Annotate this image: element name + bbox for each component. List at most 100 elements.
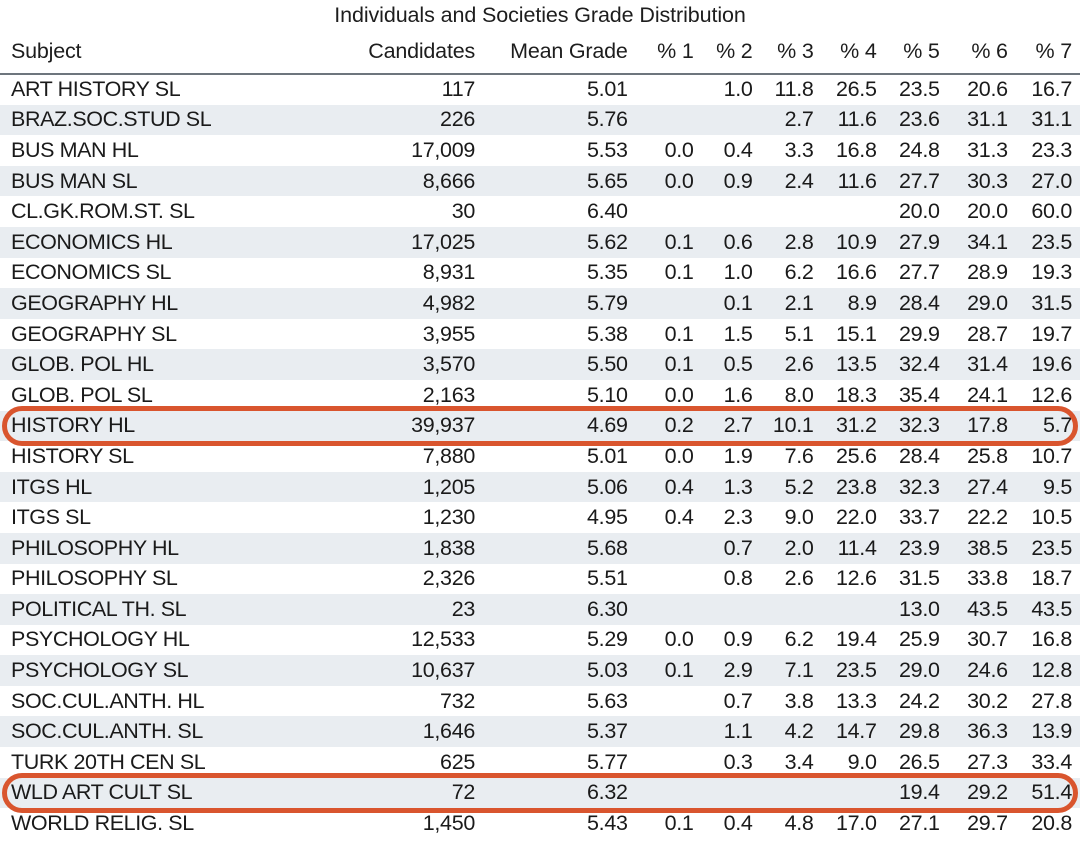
cell-pct-4 — [818, 196, 881, 227]
cell-pct-5: 33.7 — [881, 502, 944, 533]
cell-pct-5: 24.8 — [881, 135, 944, 166]
cell-pct-7: 19.6 — [1012, 349, 1080, 380]
cell-pct-4: 12.6 — [818, 564, 881, 595]
table-row[interactable]: PSYCHOLOGY SL10,6375.030.12.97.123.529.0… — [0, 655, 1080, 686]
cell-pct-3: 6.2 — [757, 258, 818, 289]
table-row[interactable]: ITGS SL1,2304.950.42.39.022.033.722.210.… — [0, 502, 1080, 533]
cell-pct-1: 0.1 — [641, 349, 698, 380]
cell-subject: BUS MAN HL — [0, 135, 305, 166]
cell-mean-grade: 5.51 — [483, 564, 641, 595]
cell-pct-5: 29.8 — [881, 716, 944, 747]
cell-pct-5: 20.0 — [881, 196, 944, 227]
cell-mean-grade: 5.03 — [483, 655, 641, 686]
table-row[interactable]: GLOB. POL HL3,5705.500.10.52.613.532.431… — [0, 349, 1080, 380]
cell-pct-2: 1.3 — [698, 472, 757, 503]
cell-pct-7: 20.8 — [1012, 808, 1080, 839]
cell-pct-1 — [641, 747, 698, 778]
table-row[interactable]: GEOGRAPHY SL3,9555.380.11.55.115.129.928… — [0, 319, 1080, 350]
table-row[interactable]: ART HISTORY SL1175.011.011.826.523.520.6… — [0, 74, 1080, 105]
column-header-pct-5[interactable]: % 5 — [881, 30, 944, 74]
column-header-pct-1[interactable]: % 1 — [641, 30, 698, 74]
cell-pct-6: 34.1 — [944, 227, 1012, 258]
table-row[interactable]: PSYCHOLOGY HL12,5335.290.00.96.219.425.9… — [0, 625, 1080, 656]
cell-pct-1 — [641, 686, 698, 717]
table-row[interactable]: PHILOSOPHY SL2,3265.510.82.612.631.533.8… — [0, 564, 1080, 595]
table-row[interactable]: POLITICAL TH. SL236.3013.043.543.5 — [0, 594, 1080, 625]
cell-pct-3: 2.7 — [757, 105, 818, 136]
table-row[interactable]: BUS MAN HL17,0095.530.00.43.316.824.831.… — [0, 135, 1080, 166]
cell-pct-2 — [698, 594, 757, 625]
cell-pct-7: 13.9 — [1012, 716, 1080, 747]
cell-pct-7: 31.1 — [1012, 105, 1080, 136]
table-row[interactable]: BRAZ.SOC.STUD SL2265.762.711.623.631.131… — [0, 105, 1080, 136]
table-row[interactable]: ECONOMICS SL8,9315.350.11.06.216.627.728… — [0, 258, 1080, 289]
table-row[interactable]: SOC.CUL.ANTH. SL1,6465.371.14.214.729.83… — [0, 716, 1080, 747]
cell-pct-1 — [641, 288, 698, 319]
cell-pct-3: 2.0 — [757, 533, 818, 564]
cell-pct-1 — [641, 533, 698, 564]
column-header-mean-grade[interactable]: Mean Grade — [483, 30, 641, 74]
cell-pct-4 — [818, 594, 881, 625]
cell-mean-grade: 5.06 — [483, 472, 641, 503]
cell-pct-1: 0.1 — [641, 808, 698, 839]
table-row[interactable]: HISTORY SL7,8805.010.01.97.625.628.425.8… — [0, 441, 1080, 472]
table-row[interactable]: ECONOMICS HL17,0255.620.10.62.810.927.93… — [0, 227, 1080, 258]
table-row[interactable]: BUS MAN SL8,6665.650.00.92.411.627.730.3… — [0, 166, 1080, 197]
table-row[interactable]: GLOB. POL SL2,1635.100.01.68.018.335.424… — [0, 380, 1080, 411]
cell-pct-3: 4.2 — [757, 716, 818, 747]
table-row[interactable]: SOC.CUL.ANTH. HL7325.630.73.813.324.230.… — [0, 686, 1080, 717]
column-header-pct-2[interactable]: % 2 — [698, 30, 757, 74]
cell-pct-6: 31.4 — [944, 349, 1012, 380]
cell-subject: WORLD RELIG. SL — [0, 808, 305, 839]
table-row[interactable]: WLD ART CULT SL726.3219.429.251.4 — [0, 778, 1080, 809]
cell-pct-1 — [641, 594, 698, 625]
column-header-subject[interactable]: Subject — [0, 30, 305, 74]
cell-pct-7: 16.7 — [1012, 74, 1080, 105]
table-row[interactable]: ITGS HL1,2055.060.41.35.223.832.327.49.5 — [0, 472, 1080, 503]
cell-pct-4: 11.6 — [818, 105, 881, 136]
cell-candidates: 12,533 — [305, 625, 483, 656]
cell-candidates: 226 — [305, 105, 483, 136]
cell-subject: PSYCHOLOGY SL — [0, 655, 305, 686]
cell-pct-1: 0.2 — [641, 411, 698, 442]
table-row[interactable]: HISTORY HL39,9374.690.22.710.131.232.317… — [0, 411, 1080, 442]
cell-pct-1 — [641, 74, 698, 105]
cell-pct-5: 28.4 — [881, 441, 944, 472]
cell-candidates: 17,025 — [305, 227, 483, 258]
cell-pct-7: 33.4 — [1012, 747, 1080, 778]
table-row[interactable]: CL.GK.ROM.ST. SL306.4020.020.060.0 — [0, 196, 1080, 227]
column-header-pct-7[interactable]: % 7 — [1012, 30, 1080, 74]
cell-pct-2 — [698, 196, 757, 227]
cell-mean-grade: 5.10 — [483, 380, 641, 411]
table-row[interactable]: GEOGRAPHY HL4,9825.790.12.18.928.429.031… — [0, 288, 1080, 319]
cell-pct-4: 11.6 — [818, 166, 881, 197]
cell-pct-6: 22.2 — [944, 502, 1012, 533]
cell-mean-grade: 5.50 — [483, 349, 641, 380]
cell-pct-7: 12.6 — [1012, 380, 1080, 411]
cell-candidates: 30 — [305, 196, 483, 227]
cell-pct-6: 20.6 — [944, 74, 1012, 105]
cell-pct-2: 2.3 — [698, 502, 757, 533]
column-header-pct-3[interactable]: % 3 — [757, 30, 818, 74]
cell-pct-5: 19.4 — [881, 778, 944, 809]
cell-pct-7: 19.7 — [1012, 319, 1080, 350]
cell-mean-grade: 5.43 — [483, 808, 641, 839]
table-row[interactable]: WORLD RELIG. SL1,4505.430.10.44.817.027.… — [0, 808, 1080, 839]
cell-pct-4: 13.5 — [818, 349, 881, 380]
cell-pct-4: 23.8 — [818, 472, 881, 503]
column-header-pct-4[interactable]: % 4 — [818, 30, 881, 74]
column-header-pct-6[interactable]: % 6 — [944, 30, 1012, 74]
cell-candidates: 1,230 — [305, 502, 483, 533]
cell-candidates: 4,982 — [305, 288, 483, 319]
cell-subject: PHILOSOPHY SL — [0, 564, 305, 595]
cell-pct-6: 24.1 — [944, 380, 1012, 411]
cell-pct-5: 29.0 — [881, 655, 944, 686]
cell-pct-1: 0.0 — [641, 135, 698, 166]
cell-pct-1: 0.1 — [641, 655, 698, 686]
cell-pct-2: 1.5 — [698, 319, 757, 350]
table-row[interactable]: PHILOSOPHY HL1,8385.680.72.011.423.938.5… — [0, 533, 1080, 564]
table-row[interactable]: TURK 20TH CEN SL6255.770.33.49.026.527.3… — [0, 747, 1080, 778]
cell-pct-4: 19.4 — [818, 625, 881, 656]
column-header-candidates[interactable]: Candidates — [305, 30, 483, 74]
cell-pct-1: 0.0 — [641, 441, 698, 472]
